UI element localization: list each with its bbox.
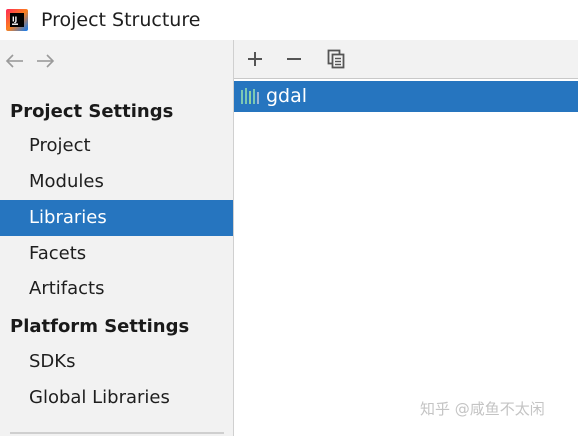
sidebar-item-libraries[interactable]: Libraries — [0, 200, 233, 236]
intellij-app-icon: IJ — [6, 9, 28, 31]
settings-sidebar: Project Settings Project Modules Librari… — [0, 40, 234, 436]
add-library-button[interactable] — [243, 47, 267, 71]
remove-library-button[interactable] — [282, 47, 306, 71]
sidebar-item-modules[interactable]: Modules — [0, 164, 233, 200]
navigation-arrows — [4, 50, 56, 74]
project-settings-header: Project Settings — [10, 101, 174, 122]
platform-settings-header: Platform Settings — [10, 316, 190, 337]
title-bar: IJ Project Structure — [0, 0, 578, 40]
arrow-right-icon — [37, 54, 55, 68]
library-icon — [241, 88, 259, 104]
library-row-gdal[interactable]: gdal — [234, 81, 578, 112]
forward-button[interactable] — [34, 50, 56, 72]
libraries-toolbar — [234, 40, 578, 79]
libraries-panel: gdal — [234, 40, 578, 436]
minus-icon — [287, 58, 301, 60]
sidebar-item-facets[interactable]: Facets — [0, 236, 233, 272]
sidebar-item-project[interactable]: Project — [0, 128, 233, 164]
watermark-text: 知乎 @咸鱼不太闲 — [420, 400, 545, 418]
sidebar-item-sdks[interactable]: SDKs — [0, 344, 233, 380]
svg-text:IJ: IJ — [12, 16, 17, 24]
copy-library-button[interactable] — [324, 47, 348, 71]
library-name: gdal — [266, 85, 308, 107]
copy-icon — [327, 49, 345, 69]
window-title: Project Structure — [41, 9, 201, 31]
project-structure-window: IJ Project Structure Project Settings Pr… — [0, 0, 578, 436]
sidebar-item-global-libraries[interactable]: Global Libraries — [0, 380, 233, 416]
arrow-left-icon — [5, 54, 23, 68]
back-button[interactable] — [4, 50, 26, 72]
sidebar-scrollbar[interactable] — [10, 432, 224, 434]
plus-icon — [248, 52, 262, 66]
sidebar-item-artifacts[interactable]: Artifacts — [0, 271, 233, 307]
